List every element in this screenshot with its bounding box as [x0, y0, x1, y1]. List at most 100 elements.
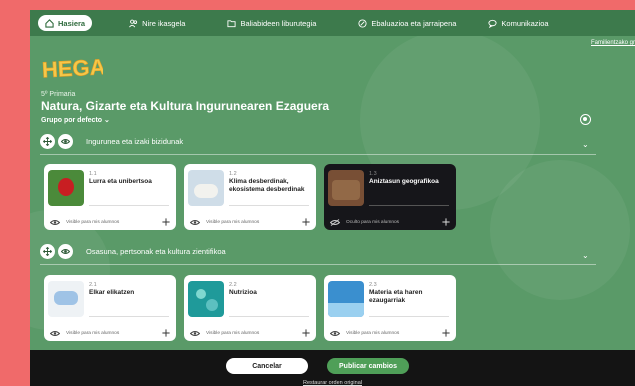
visibility-status: Visible para mis alumnos	[206, 330, 260, 336]
chevron-down-icon[interactable]: ⌄	[582, 251, 589, 260]
action-bar: Cancelar Publicar cambios Restaurar orde…	[30, 350, 635, 386]
hegan-logo: HEGAN	[41, 53, 103, 83]
home-icon	[45, 18, 54, 28]
chat-icon	[488, 19, 497, 28]
course-grade: 5º Primaria	[41, 91, 76, 98]
logo-text: HEGAN	[41, 53, 103, 82]
move-section-button[interactable]	[40, 133, 55, 149]
move-icon[interactable]	[302, 218, 310, 226]
move-section-button[interactable]	[40, 243, 55, 259]
unit-thumbnail	[48, 170, 84, 206]
unit-thumbnail	[188, 281, 224, 317]
section-divider	[40, 154, 596, 155]
move-icon	[43, 246, 52, 256]
nav-item-komunikazioa[interactable]: Komunikazioa	[481, 15, 555, 31]
visibility-status: Visible para mis alumnos	[206, 219, 260, 225]
unit-thumbnail	[48, 281, 84, 317]
unit-number: 1.2	[229, 171, 237, 177]
move-icon[interactable]	[302, 329, 310, 337]
unit-name: Lurra eta unibertsoa	[89, 178, 152, 185]
move-icon[interactable]	[442, 218, 450, 226]
unit-thumbnail	[328, 281, 364, 317]
nav-item-label: Nire ikasgela	[142, 18, 186, 28]
chevron-down-icon: ⌄	[104, 117, 110, 124]
unit-thumbnail	[328, 170, 364, 206]
card-footer: Visible para mis alumnos	[184, 214, 316, 230]
visibility-section-button[interactable]	[58, 133, 73, 149]
app-window: Hasiera Nire ikasgela Baliabideen liburu…	[30, 10, 635, 386]
unit-card[interactable]: 2.3 Materia eta haren ezaugarriak Visibl…	[324, 275, 456, 341]
nav-item-label: Baliabideen liburutegia	[240, 18, 317, 28]
nav-item-baliabideen-liburutegia[interactable]: Baliabideen liburutegia	[220, 15, 323, 31]
visibility-status: Visible para mis alumnos	[346, 330, 400, 336]
publish-button[interactable]: Publicar cambios	[327, 358, 409, 374]
unit-number: 2.2	[229, 282, 237, 288]
nav-item-ebaluazioa[interactable]: Ebaluazioa eta jarraipena	[351, 15, 463, 31]
card-footer: Visible para mis alumnos	[44, 325, 176, 341]
section-header: Ingurunea eta izaki bizidunak	[40, 132, 183, 150]
nav-item-nire-ikasgela[interactable]: Nire ikasgela	[122, 15, 192, 31]
unit-number: 2.3	[369, 282, 377, 288]
eye-icon[interactable]	[50, 219, 60, 226]
eye-off-icon[interactable]	[330, 218, 340, 226]
section-title: Osasuna, pertsonak eta kultura zientifik…	[86, 246, 226, 256]
move-icon	[43, 136, 52, 146]
pencil-icon	[358, 18, 367, 28]
section-divider	[40, 264, 596, 265]
unit-number: 1.1	[89, 171, 97, 177]
unit-name: Aniztasun geografikoa	[369, 178, 439, 185]
background-shape	[490, 160, 630, 300]
unit-thumbnail	[188, 170, 224, 206]
restore-order-link[interactable]: Restaurar orden original	[30, 380, 635, 386]
users-icon	[129, 19, 138, 27]
unit-number: 2.1	[89, 282, 97, 288]
section-header: Osasuna, pertsonak eta kultura zientifik…	[40, 242, 226, 260]
visibility-status: Oculto para mis alumnos	[346, 219, 400, 225]
card-divider	[89, 205, 169, 206]
eye-icon	[61, 248, 70, 254]
nav-item-label: Ebaluazioa eta jarraipena	[371, 18, 457, 28]
move-icon[interactable]	[162, 329, 170, 337]
folder-icon	[227, 19, 237, 27]
unit-name: Elkar elikatzen	[89, 289, 135, 296]
section-title: Ingurunea eta izaki bizidunak	[86, 136, 184, 146]
family-link[interactable]: Familientzako gr	[591, 40, 635, 46]
unit-name: Materia eta haren ezaugarriak	[369, 289, 423, 304]
chevron-down-icon[interactable]: ⌄	[582, 140, 589, 149]
top-navigation: Hasiera Nire ikasgela Baliabideen liburu…	[30, 10, 635, 36]
group-select[interactable]: Grupo por defecto ⌄	[41, 116, 110, 124]
card-footer: Visible para mis alumnos	[324, 325, 456, 341]
card-footer: Visible para mis alumnos	[184, 325, 316, 341]
eye-icon[interactable]	[330, 330, 340, 337]
card-divider	[89, 316, 169, 317]
visibility-status: Visible para mis alumnos	[66, 330, 120, 336]
visibility-section-button[interactable]	[58, 243, 73, 259]
card-divider	[369, 205, 449, 206]
unit-name: Nutrizioa	[229, 289, 257, 296]
card-divider	[229, 316, 309, 317]
card-footer: Oculto para mis alumnos	[324, 214, 456, 230]
nav-item-hasiera[interactable]: Hasiera	[38, 15, 93, 31]
eye-icon	[61, 138, 70, 144]
eye-icon[interactable]	[190, 330, 200, 337]
nav-item-label: Hasiera	[58, 18, 86, 28]
eye-icon[interactable]	[190, 219, 200, 226]
move-icon[interactable]	[442, 329, 450, 337]
settings-button[interactable]	[580, 114, 591, 125]
unit-card[interactable]: 2.2 Nutrizioa Visible para mis alumnos	[184, 275, 316, 341]
group-select-label: Grupo por defecto	[41, 117, 103, 124]
unit-card[interactable]: 2.1 Elkar elikatzen Visible para mis alu…	[44, 275, 176, 341]
unit-card[interactable]: 1.1 Lurra eta unibertsoa Visible para mi…	[44, 164, 176, 230]
eye-icon[interactable]	[50, 330, 60, 337]
card-divider	[229, 205, 309, 206]
unit-card[interactable]: 1.3 Aniztasun geografikoa Oculto para mi…	[324, 164, 456, 230]
move-icon[interactable]	[162, 218, 170, 226]
unit-number: 1.3	[369, 171, 377, 177]
cancel-button[interactable]: Cancelar	[226, 358, 308, 374]
visibility-status: Visible para mis alumnos	[66, 219, 120, 225]
nav-item-label: Komunikazioa	[501, 18, 549, 28]
unit-name: Klima desberdinak, ekosistema desberdina…	[229, 178, 305, 193]
unit-card[interactable]: 1.2 Klima desberdinak, ekosistema desber…	[184, 164, 316, 230]
card-footer: Visible para mis alumnos	[44, 214, 176, 230]
page-title: Natura, Gizarte eta Kultura Ingurunearen…	[41, 99, 330, 113]
